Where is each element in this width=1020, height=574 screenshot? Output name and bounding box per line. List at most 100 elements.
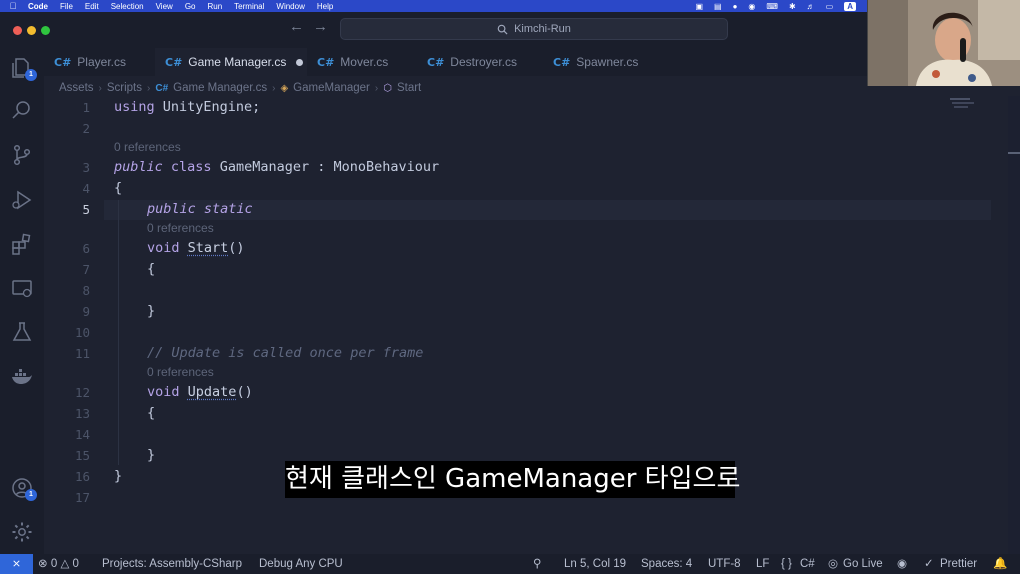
encoding[interactable]: UTF-8	[708, 554, 741, 574]
code-line-11: // Update is called once per frame	[147, 345, 423, 361]
screen-record-icon[interactable]: ▣	[695, 2, 703, 11]
run-debug-icon[interactable]	[10, 188, 34, 212]
go-live-button[interactable]: Go Live	[843, 554, 883, 574]
search-icon[interactable]	[10, 98, 34, 122]
accounts-icon[interactable]: 1	[10, 476, 37, 501]
warning-count: 0	[72, 558, 79, 570]
bluetooth-icon[interactable]: ✱	[789, 2, 796, 11]
forward-arrow-icon[interactable]: →	[313, 18, 328, 35]
code-text: UnityEngine;	[154, 99, 261, 115]
chevron-right-icon: ›	[272, 82, 276, 94]
end-of-line[interactable]: LF	[756, 554, 769, 574]
tab-game-manager-cs[interactable]: C# Game Manager.cs	[155, 48, 307, 76]
explorer-icon[interactable]: 1	[10, 56, 37, 81]
battery-icon[interactable]: ▭	[826, 2, 834, 11]
creative-cloud-icon[interactable]: ●	[733, 2, 738, 11]
method-name: Update	[187, 384, 237, 400]
line-number: 12	[74, 385, 90, 400]
menu-file[interactable]: File	[60, 2, 73, 11]
tab-destroyer-cs[interactable]: C# Destroyer.cs	[417, 48, 543, 76]
menu-app-name[interactable]: Code	[28, 2, 48, 11]
menu-go[interactable]: Go	[185, 2, 196, 11]
code-line-5: public static	[147, 201, 253, 217]
breadcrumb-item-scripts[interactable]: Scripts	[107, 82, 142, 94]
notifications-bell-icon[interactable]: 🔔	[993, 554, 1007, 574]
webcam-overlay	[867, 0, 1020, 86]
command-center-search[interactable]: Kimchi-Run	[340, 18, 728, 40]
input-source-icon[interactable]: A	[844, 1, 856, 11]
prettier-check-icon: ✓	[924, 558, 934, 570]
brace: }	[147, 447, 156, 463]
volume-icon[interactable]: ♬	[807, 2, 815, 11]
prettier-button[interactable]: Prettier	[940, 554, 977, 574]
indentation[interactable]: Spaces: 4	[641, 554, 692, 574]
menu-window[interactable]: Window	[276, 2, 304, 11]
keyword: using	[114, 99, 155, 115]
line-number: 9	[82, 304, 90, 319]
menu-view[interactable]: View	[156, 2, 173, 11]
problems-indicator[interactable]: ⊗ 0 △ 0	[38, 554, 79, 574]
csharp-file-icon: C#	[553, 55, 571, 69]
minimap[interactable]	[950, 96, 980, 116]
search-icon	[497, 24, 508, 35]
menu-selection[interactable]: Selection	[111, 2, 144, 11]
debug-config[interactable]: Debug Any CPU	[259, 554, 343, 574]
unsaved-dot-icon[interactable]	[296, 58, 304, 66]
back-arrow-icon[interactable]: ←	[289, 18, 304, 35]
code-line-1: using UnityEngine;	[114, 99, 260, 115]
tab-spawner-cs[interactable]: C# Spawner.cs	[543, 48, 669, 76]
zoom-icon[interactable]: ⚲	[533, 554, 541, 574]
code-line-4: {	[114, 180, 122, 196]
tab-label: Game Manager.cs	[188, 55, 287, 69]
indent-guide	[118, 200, 119, 465]
tab-player-cs[interactable]: C# Player.cs	[44, 48, 155, 76]
settings-gear-icon[interactable]	[10, 520, 34, 544]
line-number: 11	[74, 346, 90, 361]
remote-explorer-icon[interactable]	[10, 277, 34, 301]
source-control-icon[interactable]	[10, 143, 34, 167]
accounts-badge: 1	[25, 489, 37, 501]
close-window-button[interactable]	[13, 26, 22, 35]
csharp-file-icon: C#	[54, 55, 72, 69]
menu-run[interactable]: Run	[207, 2, 222, 11]
language-mode[interactable]: C#	[800, 554, 815, 574]
error-count: 0	[50, 558, 58, 570]
project-indicator[interactable]: Projects: Assembly-CSharp	[102, 554, 242, 574]
cursor-position[interactable]: Ln 5, Col 19	[564, 554, 626, 574]
code-text: ()	[236, 384, 253, 400]
remote-indicator-icon[interactable]: ⨯	[0, 554, 33, 574]
video-subtitle: 현재 클래스인 GameManager 타입으로	[285, 461, 740, 498]
csharp-file-icon: C#	[155, 82, 169, 94]
menu-terminal[interactable]: Terminal	[234, 2, 264, 11]
testing-icon[interactable]	[10, 320, 34, 344]
menu-edit[interactable]: Edit	[85, 2, 99, 11]
line-number: 15	[74, 448, 90, 463]
breadcrumb-item-assets[interactable]: Assets	[59, 82, 94, 94]
breadcrumb-item-method[interactable]: Start	[397, 82, 421, 94]
tab-mover-cs[interactable]: C# Mover.cs	[307, 48, 417, 76]
vertical-scrollbar[interactable]	[1008, 96, 1020, 554]
breadcrumb: Assets › Scripts › C# Game Manager.cs › …	[59, 80, 421, 96]
copilot-icon[interactable]: ◉	[897, 554, 907, 574]
menu-help[interactable]: Help	[317, 2, 333, 11]
line-number: 14	[74, 427, 90, 442]
display-icon[interactable]: ▤	[714, 2, 722, 11]
apple-icon[interactable]: 	[6, 1, 20, 11]
breadcrumb-item-file[interactable]: Game Manager.cs	[173, 82, 267, 94]
keyboard-icon[interactable]: ⌨	[766, 2, 778, 11]
extensions-icon[interactable]	[10, 232, 34, 256]
error-icon: ⊗	[38, 558, 48, 570]
code-line-9: }	[147, 303, 155, 319]
docker-icon[interactable]	[10, 365, 34, 389]
codelens-references[interactable]: 0 references	[114, 140, 181, 154]
code-line-12: void Update()	[147, 384, 253, 400]
zoom-window-button[interactable]	[41, 26, 50, 35]
minimize-window-button[interactable]	[27, 26, 36, 35]
codelens-references[interactable]: 0 references	[147, 221, 214, 235]
codelens-references[interactable]: 0 references	[147, 365, 214, 379]
breadcrumb-item-class[interactable]: GameManager	[293, 82, 370, 94]
line-number: 16	[74, 469, 90, 484]
c-app-icon[interactable]: ◉	[748, 2, 755, 11]
keyword: public	[114, 159, 163, 175]
line-number: 3	[82, 160, 90, 175]
